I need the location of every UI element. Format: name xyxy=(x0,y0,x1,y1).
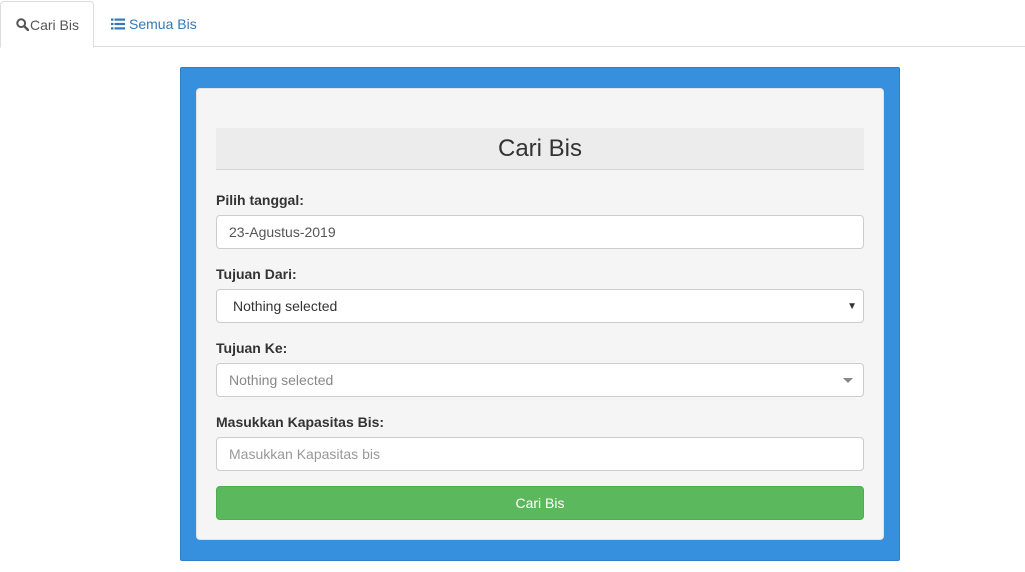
form-title: Cari Bis xyxy=(216,128,864,170)
from-label: Tujuan Dari: xyxy=(216,266,297,282)
tab-semua-bis-label: Semua Bis xyxy=(129,16,197,32)
to-select[interactable]: Nothing selected xyxy=(216,363,864,397)
to-select-value: Nothing selected xyxy=(229,372,334,388)
to-label: Tujuan Ke: xyxy=(216,340,288,356)
date-label: Pilih tanggal: xyxy=(216,192,304,208)
tab-semua-bis[interactable]: Semua Bis xyxy=(95,1,197,47)
search-button[interactable]: Cari Bis xyxy=(216,486,864,520)
date-value: 23-Agustus-2019 xyxy=(229,224,336,240)
list-icon xyxy=(111,18,125,30)
capacity-label: Masukkan Kapasitas Bis: xyxy=(216,414,385,430)
capacity-input[interactable]: Masukkan Kapasitas bis xyxy=(216,437,864,471)
tab-cari-bis[interactable]: Cari Bis xyxy=(0,1,94,48)
date-input[interactable]: 23-Agustus-2019 xyxy=(216,215,864,249)
from-select-value: Nothing selected xyxy=(233,298,338,314)
from-select[interactable]: Nothing selected ▼ xyxy=(216,289,864,323)
search-icon xyxy=(16,18,29,31)
tab-cari-bis-label: Cari Bis xyxy=(30,16,80,33)
tab-bar: Cari Bis Semua Bis xyxy=(0,0,1025,48)
caret-down-icon: ▼ xyxy=(847,300,857,312)
capacity-placeholder: Masukkan Kapasitas bis xyxy=(229,446,380,462)
chevron-down-icon xyxy=(843,377,853,383)
